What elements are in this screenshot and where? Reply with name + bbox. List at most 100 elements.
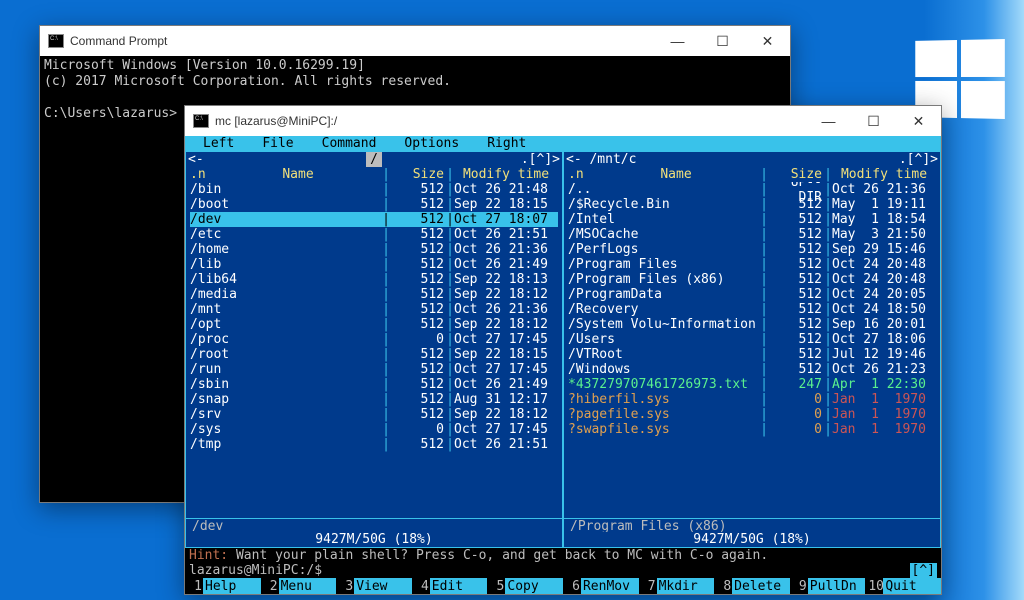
file-row[interactable]: /lib64|512|Sep 22 18:13 xyxy=(190,272,558,287)
close-button[interactable]: ✕ xyxy=(745,26,790,56)
fkey-delete[interactable]: 8Delete xyxy=(714,578,790,594)
fkey-pulldn[interactable]: 9PullDn xyxy=(790,578,866,594)
file-mtime: May 1 18:54 xyxy=(832,212,936,227)
cmd-titlebar[interactable]: Command Prompt ― ☐ ✕ xyxy=(40,26,790,56)
file-row[interactable]: /tmp|512|Oct 26 21:51 xyxy=(190,437,558,452)
file-mtime: Jul 12 19:46 xyxy=(832,347,936,362)
close-button[interactable]: ✕ xyxy=(896,106,941,136)
file-mtime: Oct 26 21:36 xyxy=(832,182,936,197)
file-row[interactable]: ?pagefile.sys|0|Jan 1 1970 xyxy=(568,407,936,422)
file-row[interactable]: /$Recycle.Bin|512|May 1 19:11 xyxy=(568,197,936,212)
file-row[interactable]: ?swapfile.sys|0|Jan 1 1970 xyxy=(568,422,936,437)
file-name: /snap xyxy=(190,392,382,407)
file-row[interactable]: /ProgramData|512|Oct 24 20:05 xyxy=(568,287,936,302)
mc-hint-line: Hint: Want your plain shell? Press C-o, … xyxy=(185,548,941,563)
panel-caret-right-icon[interactable]: .[^]> xyxy=(521,152,560,167)
panel-footer-left: 9427M/50G (18%) xyxy=(186,532,562,547)
file-row[interactable]: /System Volu~Information|512|Sep 16 20:0… xyxy=(568,317,936,332)
file-row[interactable]: /PerfLogs|512|Sep 29 15:46 xyxy=(568,242,936,257)
mc-function-keys[interactable]: 1Help2Menu3View4Edit5Copy6RenMov7Mkdir8D… xyxy=(185,578,941,594)
file-row[interactable]: /Windows|512|Oct 26 21:23 xyxy=(568,362,936,377)
fkey-copy[interactable]: 5Copy xyxy=(487,578,563,594)
file-row[interactable]: /Recovery|512|Oct 24 18:50 xyxy=(568,302,936,317)
fkey-help[interactable]: 1Help xyxy=(185,578,261,594)
file-row[interactable]: /VTRoot|512|Jul 12 19:46 xyxy=(568,347,936,362)
caret-up-icon[interactable]: [^] xyxy=(910,563,937,578)
fkey-quit[interactable]: 10Quit xyxy=(865,578,941,594)
minimize-button[interactable]: ― xyxy=(806,106,851,136)
mc-left-panel[interactable]: <- / .[^]> .n Name| Size| Modify time /b… xyxy=(185,151,563,548)
file-row[interactable]: /etc|512|Oct 26 21:51 xyxy=(190,227,558,242)
file-row[interactable]: /dev|512|Oct 27 18:07 xyxy=(190,212,558,227)
file-size: 512 xyxy=(390,407,446,422)
file-size: 512 xyxy=(390,392,446,407)
file-row[interactable]: /home|512|Oct 26 21:36 xyxy=(190,242,558,257)
menu-item-file[interactable]: File xyxy=(248,136,307,151)
file-name: /Recovery xyxy=(568,302,760,317)
file-list-right[interactable]: /..|UP--DIR|Oct 26 21:36/$Recycle.Bin|51… xyxy=(564,182,940,518)
file-row[interactable]: /boot|512|Sep 22 18:15 xyxy=(190,197,558,212)
panel-path-left[interactable]: / xyxy=(366,152,382,167)
file-mtime: Oct 27 17:45 xyxy=(454,332,558,347)
file-row[interactable]: /opt|512|Sep 22 18:12 xyxy=(190,317,558,332)
file-name: /sbin xyxy=(190,377,382,392)
mc-window[interactable]: mc [lazarus@MiniPC]:/ ― ☐ ✕ LeftFileComm… xyxy=(184,105,942,595)
minimize-button[interactable]: ― xyxy=(655,26,700,56)
file-row[interactable]: /sbin|512|Oct 26 21:49 xyxy=(190,377,558,392)
fkey-mkdir[interactable]: 7Mkdir xyxy=(639,578,715,594)
cmd-title: Command Prompt xyxy=(70,34,655,48)
file-row[interactable]: /..|UP--DIR|Oct 26 21:36 xyxy=(568,182,936,197)
file-name: /$Recycle.Bin xyxy=(568,197,760,212)
file-row[interactable]: /bin|512|Oct 26 21:48 xyxy=(190,182,558,197)
file-row[interactable]: /proc|0|Oct 27 17:45 xyxy=(190,332,558,347)
file-row[interactable]: /srv|512|Sep 22 18:12 xyxy=(190,407,558,422)
fkey-menu[interactable]: 2Menu xyxy=(261,578,337,594)
file-row[interactable]: /media|512|Sep 22 18:12 xyxy=(190,287,558,302)
menu-item-command[interactable]: Command xyxy=(308,136,391,151)
file-row[interactable]: /run|512|Oct 27 17:45 xyxy=(190,362,558,377)
panel-scroll-left-icon[interactable]: <- /mnt/c xyxy=(566,152,636,167)
file-mtime: Sep 22 18:15 xyxy=(454,347,558,362)
file-row[interactable]: /lib|512|Oct 26 21:49 xyxy=(190,257,558,272)
maximize-button[interactable]: ☐ xyxy=(851,106,896,136)
mc-right-panel[interactable]: <- /mnt/c .[^]> .n Name| Size| Modify ti… xyxy=(563,151,941,548)
column-headers-right: .n Name| Size| Modify time xyxy=(564,167,940,182)
file-name: /lib64 xyxy=(190,272,382,287)
file-size: 512 xyxy=(768,362,824,377)
file-mtime: Oct 24 20:48 xyxy=(832,272,936,287)
file-row[interactable]: /snap|512|Aug 31 12:17 xyxy=(190,392,558,407)
file-row[interactable]: ?hiberfil.sys|0|Jan 1 1970 xyxy=(568,392,936,407)
maximize-button[interactable]: ☐ xyxy=(700,26,745,56)
file-size: 0 xyxy=(768,422,824,437)
mc-titlebar[interactable]: mc [lazarus@MiniPC]:/ ― ☐ ✕ xyxy=(185,106,941,136)
file-name: /media xyxy=(190,287,382,302)
fkey-view[interactable]: 3View xyxy=(336,578,412,594)
file-mtime: Oct 27 18:06 xyxy=(832,332,936,347)
file-row[interactable]: /MSOCache|512|May 3 21:50 xyxy=(568,227,936,242)
menu-item-options[interactable]: Options xyxy=(390,136,473,151)
menu-item-left[interactable]: Left xyxy=(189,136,248,151)
file-row[interactable]: *437279707461726973.txt|247|Apr 1 22:30 xyxy=(568,377,936,392)
file-mtime: Oct 26 21:48 xyxy=(454,182,558,197)
file-row[interactable]: /mnt|512|Oct 26 21:36 xyxy=(190,302,558,317)
file-size: 0 xyxy=(390,332,446,347)
file-row[interactable]: /Program Files|512|Oct 24 20:48 xyxy=(568,257,936,272)
panel-header-right: <- /mnt/c .[^]> xyxy=(564,152,940,167)
mc-shell-prompt[interactable]: lazarus@MiniPC:/$ [^] xyxy=(185,563,941,578)
file-row[interactable]: /Intel|512|May 1 18:54 xyxy=(568,212,936,227)
fkey-renmov[interactable]: 6RenMov xyxy=(563,578,639,594)
file-row[interactable]: /Users|512|Oct 27 18:06 xyxy=(568,332,936,347)
fkey-edit[interactable]: 4Edit xyxy=(412,578,488,594)
file-size: 512 xyxy=(768,212,824,227)
file-name: /home xyxy=(190,242,382,257)
panel-caret-right-icon[interactable]: .[^]> xyxy=(899,152,938,167)
file-row[interactable]: /root|512|Sep 22 18:15 xyxy=(190,347,558,362)
file-row[interactable]: /Program Files (x86)|512|Oct 24 20:48 xyxy=(568,272,936,287)
mc-menubar[interactable]: LeftFileCommandOptionsRight xyxy=(185,136,941,151)
file-name: /PerfLogs xyxy=(568,242,760,257)
file-list-left[interactable]: /bin|512|Oct 26 21:48/boot|512|Sep 22 18… xyxy=(186,182,562,518)
menu-item-right[interactable]: Right xyxy=(473,136,540,151)
panel-scroll-left-icon[interactable]: <- xyxy=(188,152,204,167)
file-size: 512 xyxy=(390,197,446,212)
file-row[interactable]: /sys|0|Oct 27 17:45 xyxy=(190,422,558,437)
